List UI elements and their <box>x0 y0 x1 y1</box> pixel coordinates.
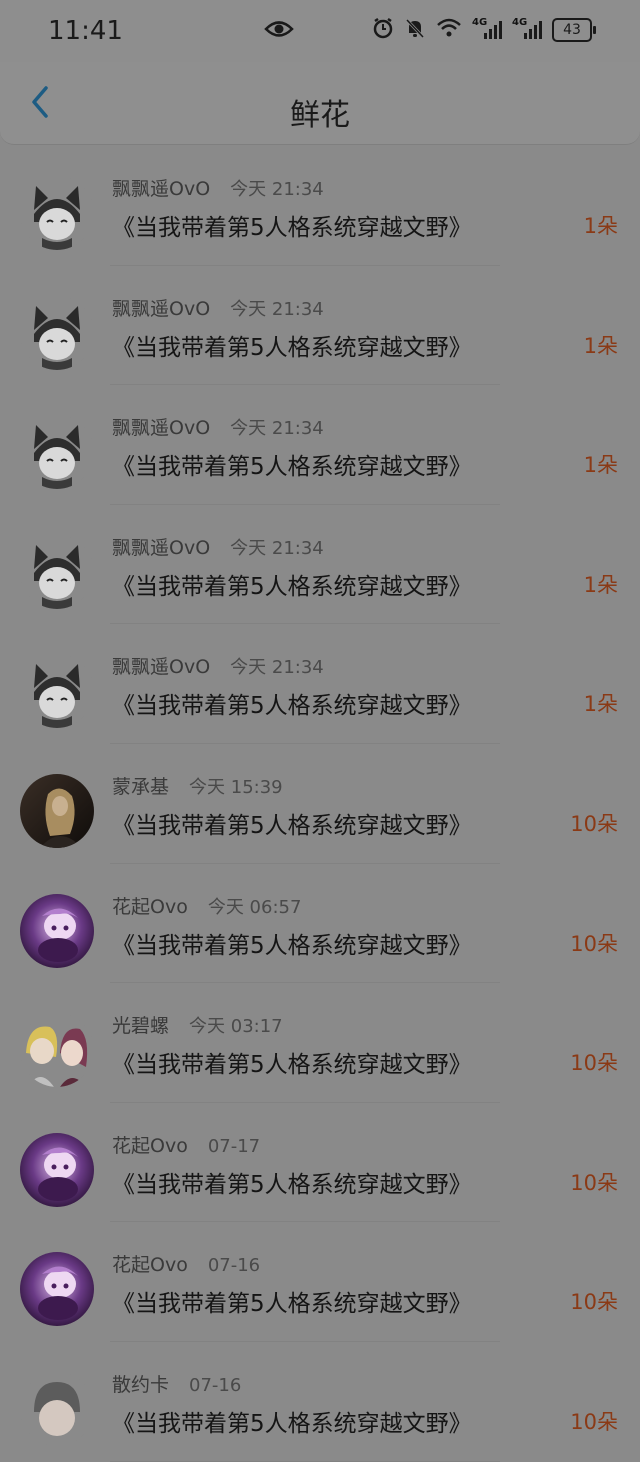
book-title[interactable]: 《当我带着第5人格系统穿越文野》 <box>112 447 472 481</box>
avatar[interactable] <box>20 1132 94 1207</box>
item-meta: 飘飘遥OvO 今天 21:34 <box>112 413 324 440</box>
book-title[interactable]: 《当我带着第5人格系统穿越文野》 <box>112 686 472 720</box>
user-name[interactable]: 花起Ovo <box>112 1135 188 1157</box>
timestamp: 今天 06:57 <box>207 896 302 918</box>
user-name[interactable]: 飘飘遥OvO <box>112 298 210 320</box>
list-item[interactable]: 光碧螺 今天 03:17 《当我带着第5人格系统穿越文野》 10朵 <box>0 983 640 1103</box>
item-meta: 花起Ovo 今天 06:57 <box>112 892 301 919</box>
alarm-icon <box>372 17 394 43</box>
flower-count: 10朵 <box>570 811 618 836</box>
avatar[interactable] <box>20 893 94 968</box>
timestamp: 今天 21:34 <box>230 657 324 679</box>
flower-count: 1朵 <box>583 572 618 597</box>
avatar[interactable] <box>20 295 94 370</box>
timestamp: 今天 03:17 <box>189 1016 283 1038</box>
flower-count: 10朵 <box>570 1170 618 1195</box>
signal-icon-1: 4G <box>472 17 502 41</box>
wifi-icon <box>436 17 462 43</box>
eye-icon <box>264 18 294 44</box>
user-name[interactable]: 飘飘遥OvO <box>112 537 210 559</box>
user-name[interactable]: 花起Ovo <box>112 896 188 918</box>
avatar[interactable] <box>20 415 94 490</box>
list-item[interactable]: 花起Ovo 今天 06:57 《当我带着第5人格系统穿越文野》 10朵 <box>0 864 640 984</box>
status-time: 11:41 <box>48 16 123 46</box>
book-title[interactable]: 《当我带着第5人格系统穿越文野》 <box>112 1404 472 1438</box>
user-name[interactable]: 飘飘遥OvO <box>112 417 210 439</box>
book-title[interactable]: 《当我带着第5人格系统穿越文野》 <box>112 806 472 840</box>
list-item[interactable]: 花起Ovo 07-17 《当我带着第5人格系统穿越文野》 10朵 <box>0 1103 640 1223</box>
avatar[interactable] <box>20 534 94 609</box>
avatar[interactable] <box>20 1013 94 1088</box>
item-meta: 飘飘遥OvO 今天 21:34 <box>112 174 324 201</box>
avatar[interactable] <box>20 1252 94 1327</box>
nav-bar: 鲜花 <box>0 62 640 145</box>
timestamp: 今天 21:34 <box>230 418 324 440</box>
timestamp: 今天 21:34 <box>230 298 324 320</box>
flower-count: 1朵 <box>583 692 618 717</box>
book-title[interactable]: 《当我带着第5人格系统穿越文野》 <box>112 1165 472 1199</box>
book-title[interactable]: 《当我带着第5人格系统穿越文野》 <box>112 567 472 601</box>
battery-indicator: 43 <box>552 18 596 42</box>
user-name[interactable]: 蒙承基 <box>112 776 169 798</box>
list-item[interactable]: 散约卡 07-16 《当我带着第5人格系统穿越文野》 10朵 <box>0 1342 640 1462</box>
flower-count: 10朵 <box>570 1290 618 1315</box>
list-item[interactable]: 花起Ovo 07-16 《当我带着第5人格系统穿越文野》 10朵 <box>0 1222 640 1342</box>
book-title[interactable]: 《当我带着第5人格系统穿越文野》 <box>112 208 472 242</box>
list-item[interactable]: 飘飘遥OvO 今天 21:34 《当我带着第5人格系统穿越文野》 1朵 <box>0 146 640 266</box>
timestamp: 今天 15:39 <box>189 776 283 798</box>
status-icons: 4G 4G 43 <box>372 17 596 43</box>
item-meta: 飘飘遥OvO 今天 21:34 <box>112 294 324 321</box>
flower-count: 10朵 <box>570 1409 618 1434</box>
avatar[interactable] <box>20 176 94 250</box>
flower-count: 1朵 <box>583 333 618 358</box>
mute-bell-icon <box>404 17 426 43</box>
page-title: 鲜花 <box>290 98 350 133</box>
timestamp: 07-16 <box>207 1255 261 1277</box>
timestamp: 今天 21:34 <box>230 537 324 559</box>
item-meta: 花起Ovo 07-17 <box>112 1131 260 1158</box>
avatar[interactable] <box>20 654 94 729</box>
user-name[interactable]: 飘飘遥OvO <box>112 178 210 200</box>
flower-list: 飘飘遥OvO 今天 21:34 《当我带着第5人格系统穿越文野》 1朵 飘飘遥OvO 今天… <box>0 146 640 1462</box>
item-meta: 飘飘遥OvO 今天 21:34 <box>112 652 324 679</box>
user-name[interactable]: 散约卡 <box>112 1374 169 1396</box>
list-item[interactable]: 飘飘遥OvO 今天 21:34 《当我带着第5人格系统穿越文野》 1朵 <box>0 266 640 386</box>
signal-icon-2: 4G <box>512 17 542 41</box>
book-title[interactable]: 《当我带着第5人格系统穿越文野》 <box>112 926 472 960</box>
avatar[interactable] <box>20 1371 94 1446</box>
list-item[interactable]: 飘飘遥OvO 今天 21:34 《当我带着第5人格系统穿越文野》 1朵 <box>0 385 640 505</box>
book-title[interactable]: 《当我带着第5人格系统穿越文野》 <box>112 1284 472 1318</box>
flower-count: 1朵 <box>583 453 618 478</box>
book-title[interactable]: 《当我带着第5人格系统穿越文野》 <box>112 1045 472 1079</box>
status-bar: 11:41 4G 4G 43 <box>0 0 640 62</box>
item-meta: 光碧螺 今天 03:17 <box>112 1011 283 1038</box>
book-title[interactable]: 《当我带着第5人格系统穿越文野》 <box>112 328 472 362</box>
user-name[interactable]: 光碧螺 <box>112 1015 169 1037</box>
avatar[interactable] <box>20 773 94 848</box>
timestamp: 07-17 <box>207 1135 261 1157</box>
user-name[interactable]: 飘飘遥OvO <box>112 656 210 678</box>
flower-count: 10朵 <box>570 931 618 956</box>
list-item[interactable]: 飘飘遥OvO 今天 21:34 《当我带着第5人格系统穿越文野》 1朵 <box>0 505 640 625</box>
item-meta: 花起Ovo 07-16 <box>112 1250 260 1277</box>
flower-count: 10朵 <box>570 1051 618 1076</box>
item-meta: 蒙承基 今天 15:39 <box>112 772 283 799</box>
flower-count: 1朵 <box>583 214 618 238</box>
timestamp: 07-16 <box>189 1374 242 1396</box>
item-meta: 散约卡 07-16 <box>112 1370 241 1397</box>
timestamp: 今天 21:34 <box>230 179 324 200</box>
list-item[interactable]: 蒙承基 今天 15:39 《当我带着第5人格系统穿越文野》 10朵 <box>0 744 640 864</box>
user-name[interactable]: 花起Ovo <box>112 1254 188 1276</box>
list-item[interactable]: 飘飘遥OvO 今天 21:34 《当我带着第5人格系统穿越文野》 1朵 <box>0 624 640 744</box>
item-meta: 飘飘遥OvO 今天 21:34 <box>112 533 324 560</box>
